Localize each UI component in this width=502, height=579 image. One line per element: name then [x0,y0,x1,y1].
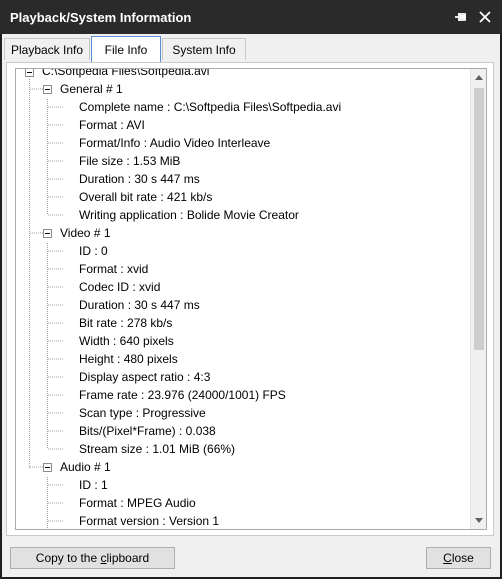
tree-item[interactable]: Writing application : Bolide Movie Creat… [79,206,299,224]
tree-item[interactable]: Bits/(Pixel*Frame) : 0.038 [79,422,216,440]
tab-label: File Info [104,42,148,57]
tree-item[interactable]: Duration : 30 s 447 ms [79,170,200,188]
tree-item[interactable]: Format : MPEG Audio [79,494,196,512]
title-bar[interactable]: Playback/System Information [0,0,502,34]
vertical-scrollbar[interactable] [470,69,486,529]
section-audio[interactable]: Audio # 1 [60,458,111,476]
close-label-accel: C [443,551,452,565]
section-video[interactable]: Video # 1 [60,224,111,242]
tree-item[interactable]: Height : 480 pixels [79,350,178,368]
tab-label: Playback Info [10,42,84,57]
copy-label-prefix: Copy to the [35,551,101,565]
tree-item[interactable]: Stream size : 1.01 MiB (66%) [79,440,235,458]
info-window: Playback/System Information Playback Inf… [0,0,502,579]
tab-playback-info[interactable]: Playback Info [4,38,90,60]
tab-label: System Info [172,42,236,57]
tree-item[interactable]: Duration : 30 s 447 ms [79,296,200,314]
tree-item[interactable]: ID : 0 [79,242,108,260]
tree-item[interactable]: Format : AVI [79,116,145,134]
close-icon[interactable] [476,8,494,26]
tab-file-info[interactable]: File Info [91,36,161,62]
collapse-root-icon[interactable] [25,69,34,77]
tree-item[interactable]: Codec ID : xvid [79,278,160,296]
tree-item[interactable]: Format : xvid [79,260,148,278]
scroll-down-icon[interactable] [471,512,486,529]
section-general[interactable]: General # 1 [60,80,123,98]
tree-root-label[interactable]: C:\Softpedia Files\Softpedia.avi [42,69,209,80]
close-label-rest: lose [451,551,474,565]
tree-item[interactable]: Display aspect ratio : 4:3 [79,368,210,386]
tree-item[interactable]: ID : 1 [79,476,108,494]
copy-label-suffix: lipboard [106,551,150,565]
scrollbar-thumb[interactable] [474,88,484,350]
info-tree[interactable]: C:\Softpedia Files\Softpedia.avi General… [15,68,487,530]
tab-system-info[interactable]: System Info [162,38,246,60]
tree-item[interactable]: Bit rate : 278 kb/s [79,314,172,332]
pin-icon[interactable] [452,8,470,26]
collapse-general-icon[interactable] [43,85,52,94]
tab-strip: Playback Info File Info System Info [2,36,500,62]
tree-item[interactable]: Format version : Version 1 [79,512,219,529]
window-title: Playback/System Information [10,10,192,25]
tree-item[interactable]: Complete name : C:\Softpedia Files\Softp… [79,98,341,116]
tree-item[interactable]: File size : 1.53 MiB [79,152,180,170]
collapse-audio-icon[interactable] [43,463,52,472]
tree-item[interactable]: Format/Info : Audio Video Interleave [79,134,270,152]
tree-item[interactable]: Overall bit rate : 421 kb/s [79,188,212,206]
tree-item[interactable]: Frame rate : 23.976 (24000/1001) FPS [79,386,286,404]
collapse-video-icon[interactable] [43,229,52,238]
tree-item[interactable]: Scan type : Progressive [79,404,206,422]
file-info-panel: C:\Softpedia Files\Softpedia.avi General… [6,62,494,536]
close-button[interactable]: Close [426,547,491,569]
tree-item[interactable]: Width : 640 pixels [79,332,174,350]
copy-to-clipboard-button[interactable]: Copy to the c lipboard [10,547,175,569]
dialog-client: Playback Info File Info System Info C:\S… [2,34,500,577]
scroll-up-icon[interactable] [471,69,486,86]
